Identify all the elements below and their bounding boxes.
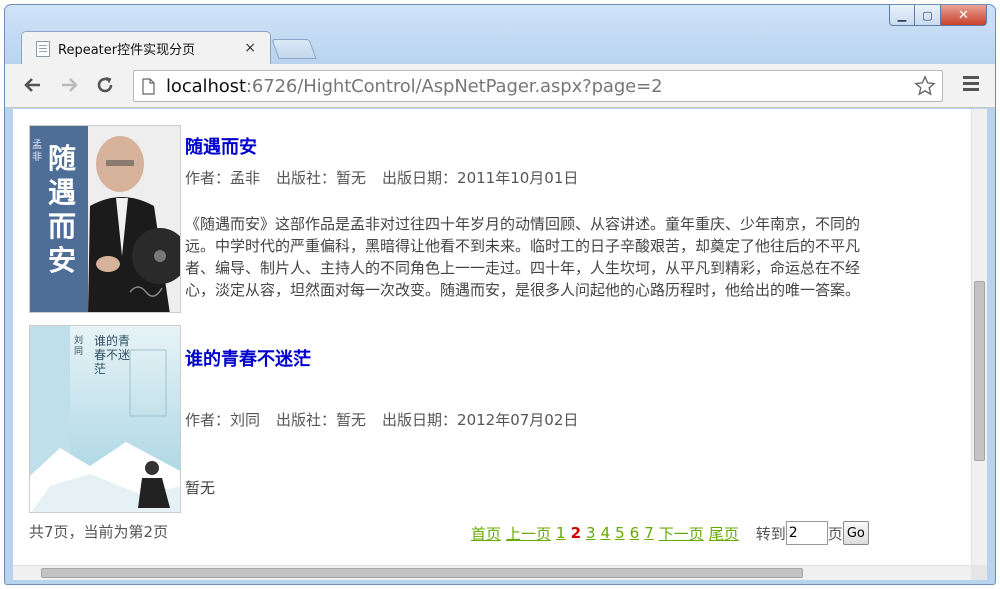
pager-page-5[interactable]: 5 bbox=[615, 524, 625, 542]
go-button[interactable]: Go bbox=[842, 521, 869, 545]
pager-page-1[interactable]: 1 bbox=[556, 524, 566, 542]
book-author: 作者：刘同 bbox=[185, 411, 261, 429]
description-line: 远。中学时代的严重偏科，黑暗得让他看不到未来。临时工的日子辛酸艰苦，却奠定了他往… bbox=[185, 237, 861, 255]
book-meta: 作者：孟非 出版社：暂无 出版日期：2011年10月01日 bbox=[185, 167, 594, 188]
cover-title-text: 谁的青春不迷茫 bbox=[94, 334, 131, 376]
browser-menu-icon[interactable] bbox=[963, 76, 979, 92]
tab-close-icon[interactable]: × bbox=[244, 40, 256, 56]
book-author: 作者：孟非 bbox=[185, 169, 261, 187]
pager-page-4[interactable]: 4 bbox=[601, 524, 611, 542]
close-window-button[interactable]: ✕ bbox=[941, 5, 987, 26]
scrollbar-corner bbox=[971, 565, 987, 580]
description-line: 《随遇而安》这部作品是孟非对过往四十年岁月的动情回顾、从容讲述。童年重庆、少年南… bbox=[185, 215, 861, 233]
browser-toolbar: localhost:6726/HightControl/AspNetPager.… bbox=[5, 64, 995, 108]
minimize-button[interactable]: ▁ bbox=[889, 5, 915, 26]
new-tab-button[interactable] bbox=[271, 39, 317, 59]
goto-page-input[interactable] bbox=[785, 521, 828, 545]
cover-author-text: 孟非 bbox=[32, 140, 42, 163]
page-favicon-icon bbox=[36, 40, 50, 57]
book-title-link[interactable]: 谁的青春不迷茫 bbox=[185, 345, 311, 371]
pager-prev-link[interactable]: 上一页 bbox=[506, 523, 551, 544]
page-suffix-label: 页 bbox=[827, 524, 843, 543]
pager: 首页 上一页 1 2 3 4 5 6 7 下一页 尾页 转到 页 Go bbox=[471, 521, 869, 545]
description-line: 者、编导、制片人、主持人的不同角色上一一走过。四十年，人生坎坷，从平凡到精彩，命… bbox=[185, 259, 861, 277]
back-arrow-icon bbox=[24, 78, 40, 92]
pager-first-link[interactable]: 首页 bbox=[471, 523, 501, 544]
book-meta: 作者：刘同 出版社：暂无 出版日期：2012年07月02日 bbox=[185, 409, 594, 430]
url-path: :6726/HightControl/AspNetPager.aspx?page… bbox=[245, 76, 663, 97]
pager-current-page: 2 bbox=[570, 524, 582, 542]
bookmark-star-icon[interactable] bbox=[914, 75, 936, 97]
address-bar[interactable]: localhost:6726/HightControl/AspNetPager.… bbox=[133, 70, 943, 102]
book-description: 暂无 bbox=[185, 477, 975, 499]
book-date: 出版日期：2011年10月01日 bbox=[382, 169, 579, 187]
book-cover-image[interactable]: 谁的青春不迷茫 刘同 bbox=[29, 325, 181, 513]
tab-title: Repeater控件实现分页 bbox=[58, 43, 196, 58]
description-line: 暂无 bbox=[185, 479, 216, 497]
horizontal-scrollbar[interactable] bbox=[13, 565, 971, 580]
window-controls: ▁ ▢ ✕ bbox=[889, 5, 987, 26]
book-cover-image[interactable]: 随遇而安 孟非 bbox=[29, 125, 181, 313]
browser-window: ▁ ▢ ✕ Repeater控件实现分页 × localhost:6726/Hi… bbox=[4, 4, 996, 585]
maximize-button[interactable]: ▢ bbox=[915, 5, 941, 26]
horizontal-scroll-thumb[interactable] bbox=[41, 568, 803, 578]
pager-page-6[interactable]: 6 bbox=[630, 524, 640, 542]
vertical-scrollbar[interactable] bbox=[971, 109, 987, 565]
vertical-scroll-thumb[interactable] bbox=[974, 281, 985, 461]
pager-page-7[interactable]: 7 bbox=[644, 524, 654, 542]
reload-button[interactable] bbox=[93, 73, 117, 97]
browser-tab[interactable]: Repeater控件实现分页 × bbox=[21, 31, 271, 65]
cover-title-text: 随遇而安 bbox=[48, 142, 77, 277]
cover-author-text: 刘同 bbox=[74, 336, 84, 357]
pager-info: 共7页，当前为第2页 bbox=[29, 523, 169, 541]
description-line: 心，淡定从容，坦然面对每一次改变。随遇而安，是很多人问起他的心路历程时，他给出的… bbox=[185, 281, 861, 299]
pager-next-link[interactable]: 下一页 bbox=[659, 523, 704, 544]
pager-last-link[interactable]: 尾页 bbox=[709, 523, 739, 544]
book-publisher: 出版社：暂无 bbox=[276, 169, 367, 187]
page-viewport: 随遇而安 孟非 随遇而安 作者：孟非 出版社：暂无 出版日期：2011年10月01日… bbox=[13, 109, 987, 580]
book-date: 出版日期：2012年07月02日 bbox=[382, 411, 579, 429]
url-host: localhost bbox=[166, 76, 246, 97]
goto-label: 转到 bbox=[755, 524, 786, 543]
url-text: localhost:6726/HightControl/AspNetPager.… bbox=[166, 76, 663, 97]
reload-icon bbox=[97, 77, 113, 93]
book-description: 《随遇而安》这部作品是孟非对过往四十年岁月的动情回顾、从容讲述。童年重庆、少年南… bbox=[185, 213, 975, 301]
pager-page-3[interactable]: 3 bbox=[586, 524, 596, 542]
forward-arrow-icon bbox=[62, 78, 78, 92]
book-publisher: 出版社：暂无 bbox=[276, 411, 367, 429]
forward-button[interactable] bbox=[57, 73, 81, 97]
book-title-link[interactable]: 随遇而安 bbox=[185, 133, 257, 159]
page-icon bbox=[142, 78, 155, 95]
back-button[interactable] bbox=[21, 73, 45, 97]
